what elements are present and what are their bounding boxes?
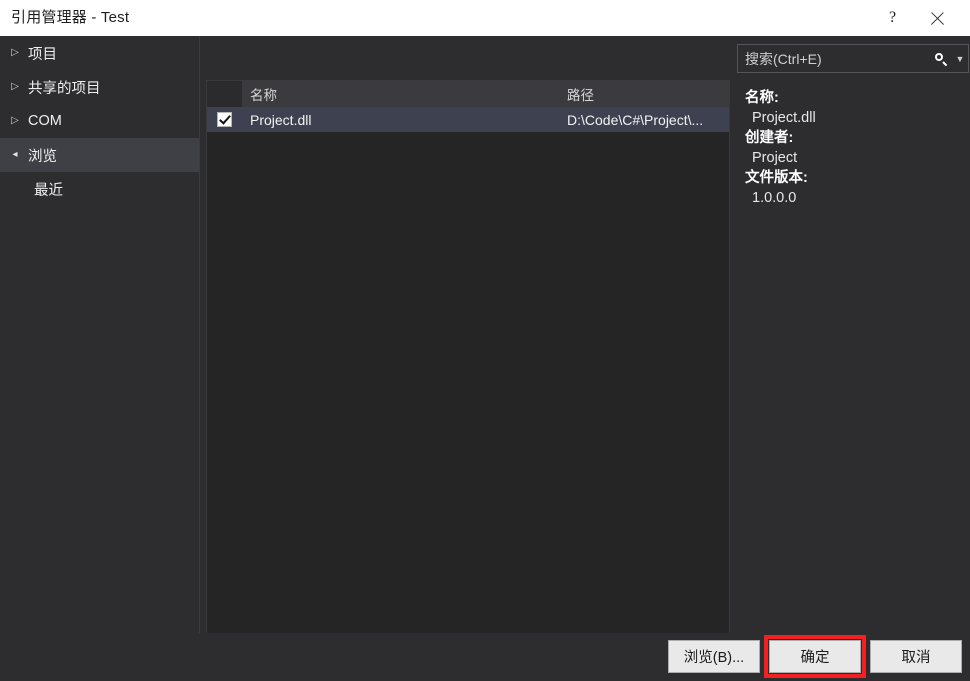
- reference-manager-dialog: 引用管理器 - Test ? 项目 共享的项目 COM: [0, 0, 970, 681]
- row-name: Project.dll: [250, 111, 312, 128]
- close-icon: [929, 10, 946, 27]
- details-panel: 名称: Project.dll 创建者: Project 文件版本: 1.0.0…: [745, 88, 965, 208]
- detail-label-author: 创建者:: [745, 130, 794, 146]
- browse-button[interactable]: 浏览(B)...: [668, 640, 760, 673]
- sidebar-item-recent[interactable]: 最近: [0, 172, 199, 206]
- row-checkbox-cell[interactable]: [207, 112, 242, 127]
- cancel-button-wrap: 取消: [870, 640, 962, 673]
- chevron-down-icon: [6, 150, 24, 160]
- chevron-right-icon: [6, 48, 24, 58]
- search-icon[interactable]: [930, 52, 952, 65]
- ok-button-highlight: 确定: [764, 635, 866, 678]
- question-mark-icon: ?: [888, 9, 897, 26]
- close-button[interactable]: [915, 0, 960, 36]
- detail-value-file-version: 1.0.0.0: [752, 190, 797, 206]
- chevron-right-icon: [6, 82, 24, 92]
- row-path: D:\Code\C#\Project\...: [567, 111, 704, 128]
- category-sidebar: 项目 共享的项目 COM 浏览 最近: [0, 36, 200, 633]
- right-column: 名称: Project.dll 创建者: Project 文件版本: 1.0.0…: [737, 36, 970, 633]
- list-column-headers: 名称 路径: [207, 81, 729, 107]
- title-bar: 引用管理器 - Test ?: [0, 0, 970, 36]
- sidebar-item-browse[interactable]: 浏览: [0, 138, 199, 172]
- sidebar-item-label: 共享的项目: [28, 80, 101, 97]
- sidebar-item-com[interactable]: COM: [0, 104, 199, 138]
- sidebar-item-label: 项目: [28, 46, 57, 63]
- ok-button[interactable]: 确定: [769, 640, 861, 673]
- chevron-right-icon: [6, 116, 24, 126]
- window-title: 引用管理器 - Test: [11, 9, 130, 26]
- table-row[interactable]: Project.dll D:\Code\C#\Project\...: [207, 107, 729, 132]
- detail-value-author: Project: [752, 150, 798, 166]
- search-input[interactable]: [738, 49, 930, 68]
- sidebar-item-label: 浏览: [28, 148, 57, 165]
- cancel-button[interactable]: 取消: [870, 640, 962, 673]
- browse-button-wrap: 浏览(B)...: [668, 640, 760, 673]
- reference-list-panel: 名称 路径 Project.dll D:\Code\C#\Project\...: [206, 80, 730, 664]
- column-header-check[interactable]: [207, 81, 242, 107]
- search-box[interactable]: [737, 44, 969, 73]
- sidebar-item-label: 最近: [34, 182, 63, 199]
- chevron-down-icon[interactable]: [952, 54, 968, 64]
- sidebar-item-shared-projects[interactable]: 共享的项目: [0, 70, 199, 104]
- detail-label-name: 名称:: [745, 90, 779, 106]
- detail-value-name: Project.dll: [752, 110, 816, 126]
- column-header-path[interactable]: 路径: [559, 81, 729, 107]
- checkbox-checked-icon[interactable]: [217, 112, 232, 127]
- sidebar-item-label: COM: [28, 113, 62, 129]
- footer-button-group: 浏览(B)... 确定 取消: [668, 635, 962, 678]
- sidebar-item-projects[interactable]: 项目: [0, 36, 199, 70]
- help-button[interactable]: ?: [870, 0, 915, 36]
- dialog-footer: 浏览(B)... 确定 取消: [0, 633, 970, 681]
- dialog-body: 项目 共享的项目 COM 浏览 最近 名称 路径: [0, 36, 970, 664]
- detail-label-file-version: 文件版本:: [745, 170, 808, 186]
- column-header-name[interactable]: 名称: [242, 81, 559, 107]
